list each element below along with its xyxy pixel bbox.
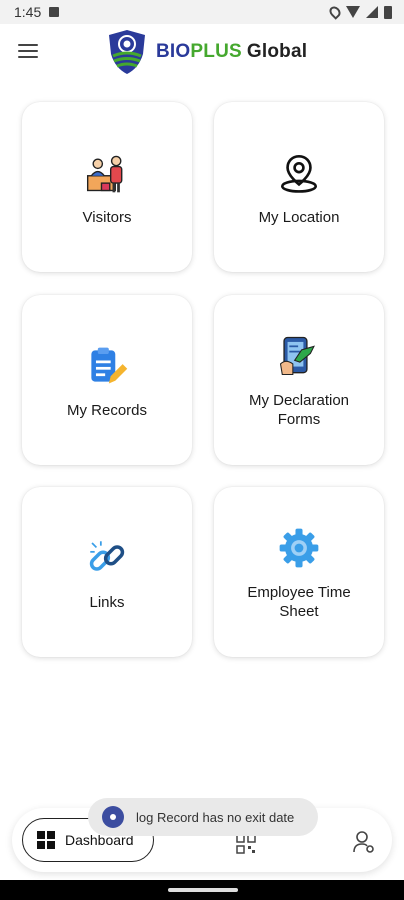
battery-icon: [384, 5, 392, 19]
card-label: My Declaration Forms: [248, 392, 350, 428]
card-my-declaration-forms[interactable]: My Declaration Forms: [214, 295, 384, 465]
card-label: My Records: [66, 401, 148, 419]
location-status-icon: [327, 4, 343, 20]
card-label: Links: [89, 593, 125, 611]
tablet-form-icon: [274, 331, 324, 381]
card-employee-time-sheet[interactable]: Employee Time Sheet: [214, 487, 384, 657]
app-toast-icon: [102, 806, 124, 828]
card-links[interactable]: Links: [22, 487, 192, 657]
card-label: Visitors: [82, 208, 132, 226]
status-time: 1:45: [14, 4, 42, 20]
signal-icon: [366, 6, 378, 18]
toast-notification: log Record has no exit date: [88, 798, 318, 836]
home-gesture-handle[interactable]: [168, 888, 238, 892]
brand-plus: PLUS: [190, 41, 242, 62]
toast-message: log Record has no exit date: [136, 809, 295, 825]
notification-icon: [49, 7, 60, 17]
status-bar: 1:45: [0, 0, 404, 24]
gear-icon: [274, 523, 324, 573]
shield-logo-icon: [109, 30, 145, 74]
visitors-icon: [82, 148, 132, 198]
card-my-records[interactable]: My Records: [22, 295, 192, 465]
user-settings-icon[interactable]: [352, 830, 376, 854]
brand-global: Global: [246, 41, 308, 62]
status-icons: [327, 4, 392, 20]
brand-bio: BIO: [156, 41, 191, 62]
dashboard-icon: [37, 831, 55, 849]
menu-icon[interactable]: [18, 44, 38, 60]
clipboard-edit-icon: [82, 341, 132, 391]
location-pin-icon: [274, 148, 324, 198]
card-my-location[interactable]: My Location: [214, 102, 384, 272]
card-label: My Location: [258, 208, 340, 226]
link-chain-icon: [82, 533, 132, 583]
qr-code-icon[interactable]: [236, 834, 256, 854]
app-logo: BIOPLUS Global: [106, 28, 307, 76]
card-label: Employee Time Sheet: [247, 584, 351, 620]
card-visitors[interactable]: Visitors: [22, 102, 192, 272]
app-title: BIOPLUS Global: [156, 41, 307, 63]
wifi-icon: [346, 6, 360, 18]
system-navigation-bar: [0, 880, 404, 900]
app-header: BIOPLUS Global: [0, 24, 404, 84]
